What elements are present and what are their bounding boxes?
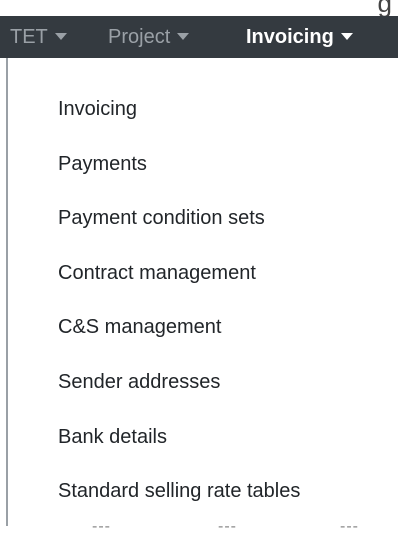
menu-item-payments[interactable]: Payments	[8, 137, 398, 192]
nav-tet-label: TET	[10, 25, 48, 48]
nav-project[interactable]: Project	[108, 16, 246, 58]
menu-item-bank-details[interactable]: Bank details	[8, 410, 398, 465]
chevron-down-icon	[54, 32, 67, 40]
nav-invoicing-label: Invoicing	[246, 25, 334, 48]
clipped-value: ---	[340, 524, 359, 535]
dropdown-list: Invoicing Payments Payment condition set…	[8, 58, 398, 519]
clipped-value: ---	[92, 524, 111, 535]
chevron-down-icon	[177, 32, 190, 40]
menu-item-payment-condition-sets[interactable]: Payment condition sets	[8, 191, 398, 246]
chevron-down-icon	[340, 32, 353, 40]
menu-item-contract-management[interactable]: Contract management	[8, 246, 398, 301]
top-navbar: TET Project Invoicing	[0, 16, 398, 58]
clipped-value: ---	[218, 524, 237, 535]
screenshot-frame: g TET Project Invoicing Invoicing Paymen…	[0, 0, 398, 536]
invoicing-dropdown-menu: Invoicing Payments Payment condition set…	[6, 58, 398, 526]
menu-item-invoicing[interactable]: Invoicing	[8, 82, 398, 137]
nav-project-label: Project	[108, 25, 171, 48]
menu-item-sender-addresses[interactable]: Sender addresses	[8, 355, 398, 410]
nav-tet[interactable]: TET	[0, 16, 108, 58]
menu-item-standard-selling-rate-tables[interactable]: Standard selling rate tables	[8, 464, 398, 519]
clipped-background-row: --- --- ---	[0, 524, 398, 536]
nav-invoicing[interactable]: Invoicing	[246, 16, 353, 58]
menu-item-cs-management[interactable]: C&S management	[8, 300, 398, 355]
